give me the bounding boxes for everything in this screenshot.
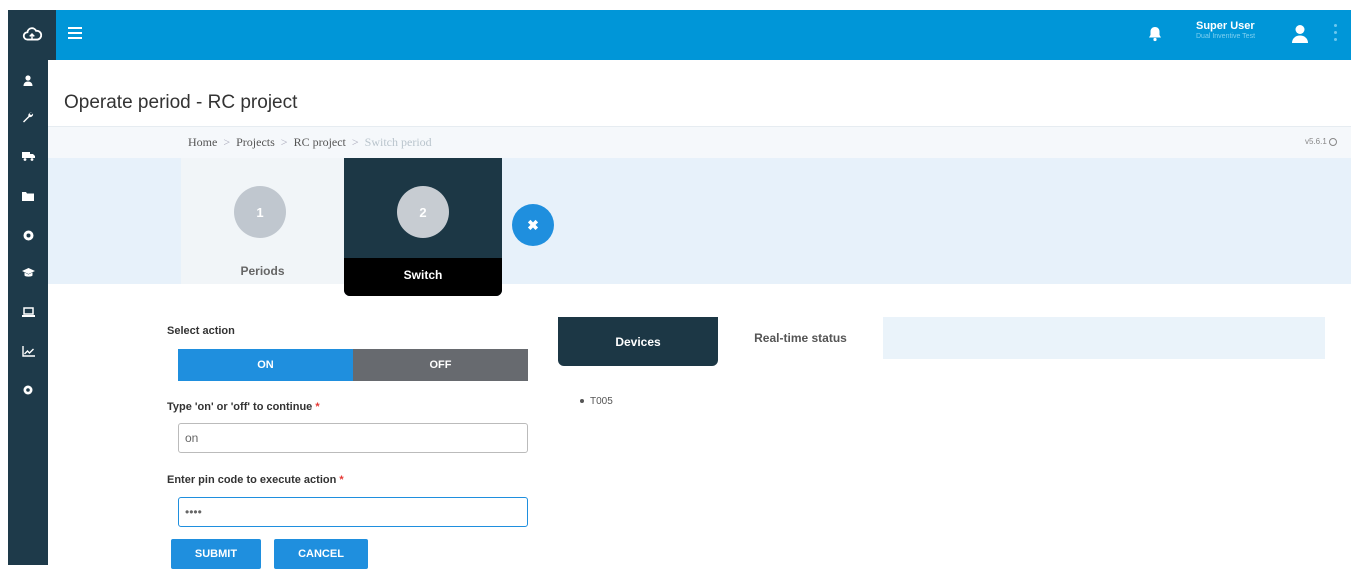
close-icon: ✖: [527, 216, 539, 233]
breadcrumb-separator-icon: >: [280, 135, 288, 149]
bullet-icon: [580, 399, 584, 404]
globe-icon[interactable]: [8, 223, 48, 247]
wizard-step-switch[interactable]: 2 Switch: [344, 158, 502, 296]
graduation-cap-icon[interactable]: [8, 261, 48, 285]
tab-realtime-status[interactable]: Real-time status: [718, 317, 883, 359]
required-mark: *: [339, 474, 344, 486]
laptop-icon[interactable]: [8, 300, 48, 324]
pin-label-text: Enter pin code to execute action: [167, 474, 337, 486]
device-name: T005: [590, 396, 613, 407]
version-label: v5.6.1: [1305, 137, 1337, 146]
chart-line-icon[interactable]: [8, 339, 48, 363]
cloud-logo-icon[interactable]: [8, 10, 56, 60]
user-info[interactable]: Super User Dual Inventive Test: [1196, 20, 1255, 40]
breadcrumb-rc-project[interactable]: RC project: [294, 135, 346, 149]
version-text: v5.6.1: [1304, 137, 1327, 146]
step-number-badge: 2: [397, 186, 449, 238]
top-bar: Super User Dual Inventive Test: [8, 10, 1351, 60]
user-avatar-icon[interactable]: [1291, 24, 1309, 49]
breadcrumb-separator-icon: >: [351, 135, 359, 149]
breadcrumb-separator-icon: >: [223, 135, 231, 149]
confirm-input[interactable]: on: [178, 423, 528, 453]
menu-icon[interactable]: [68, 27, 82, 41]
bell-icon[interactable]: [1148, 26, 1162, 47]
user-icon[interactable]: [8, 68, 48, 92]
breadcrumb-current: Switch period: [364, 135, 432, 149]
info-circle-icon[interactable]: [1329, 137, 1337, 146]
breadcrumb-projects[interactable]: Projects: [236, 135, 275, 149]
select-action-label: Select action: [167, 325, 235, 337]
on-button[interactable]: ON: [178, 349, 353, 381]
action-toggle: ON OFF: [178, 349, 528, 381]
more-options-icon[interactable]: [1334, 24, 1338, 45]
tab-devices[interactable]: Devices: [558, 317, 718, 366]
pin-input[interactable]: ••••: [178, 497, 528, 527]
gear-icon[interactable]: [8, 378, 48, 402]
sidebar: [8, 60, 48, 565]
list-item: T005: [580, 396, 613, 407]
user-org: Dual Inventive Test: [1196, 33, 1256, 40]
truck-icon[interactable]: [8, 144, 48, 168]
page-title: Operate period - RC project: [64, 92, 298, 113]
folder-icon[interactable]: [8, 184, 48, 208]
off-button[interactable]: OFF: [353, 349, 528, 381]
step-label: Periods: [240, 264, 285, 278]
user-name: Super User: [1196, 20, 1255, 32]
page-margin: [0, 0, 8, 565]
step-number-badge: 1: [234, 186, 286, 238]
breadcrumb: Home > Projects > RC project > Switch period: [188, 135, 432, 150]
type-confirm-label-text: Type 'on' or 'off' to continue: [167, 401, 313, 413]
wrench-icon[interactable]: [8, 105, 48, 129]
pin-label: Enter pin code to execute action *: [167, 474, 344, 486]
close-wizard-button[interactable]: ✖: [512, 204, 554, 246]
wizard-step-periods[interactable]: 1 Periods: [181, 158, 344, 284]
step-label: Switch: [403, 268, 443, 282]
type-confirm-label: Type 'on' or 'off' to continue *: [167, 401, 320, 413]
device-list: T005: [580, 396, 613, 407]
breadcrumb-home[interactable]: Home: [188, 135, 217, 149]
required-mark: *: [315, 401, 320, 413]
